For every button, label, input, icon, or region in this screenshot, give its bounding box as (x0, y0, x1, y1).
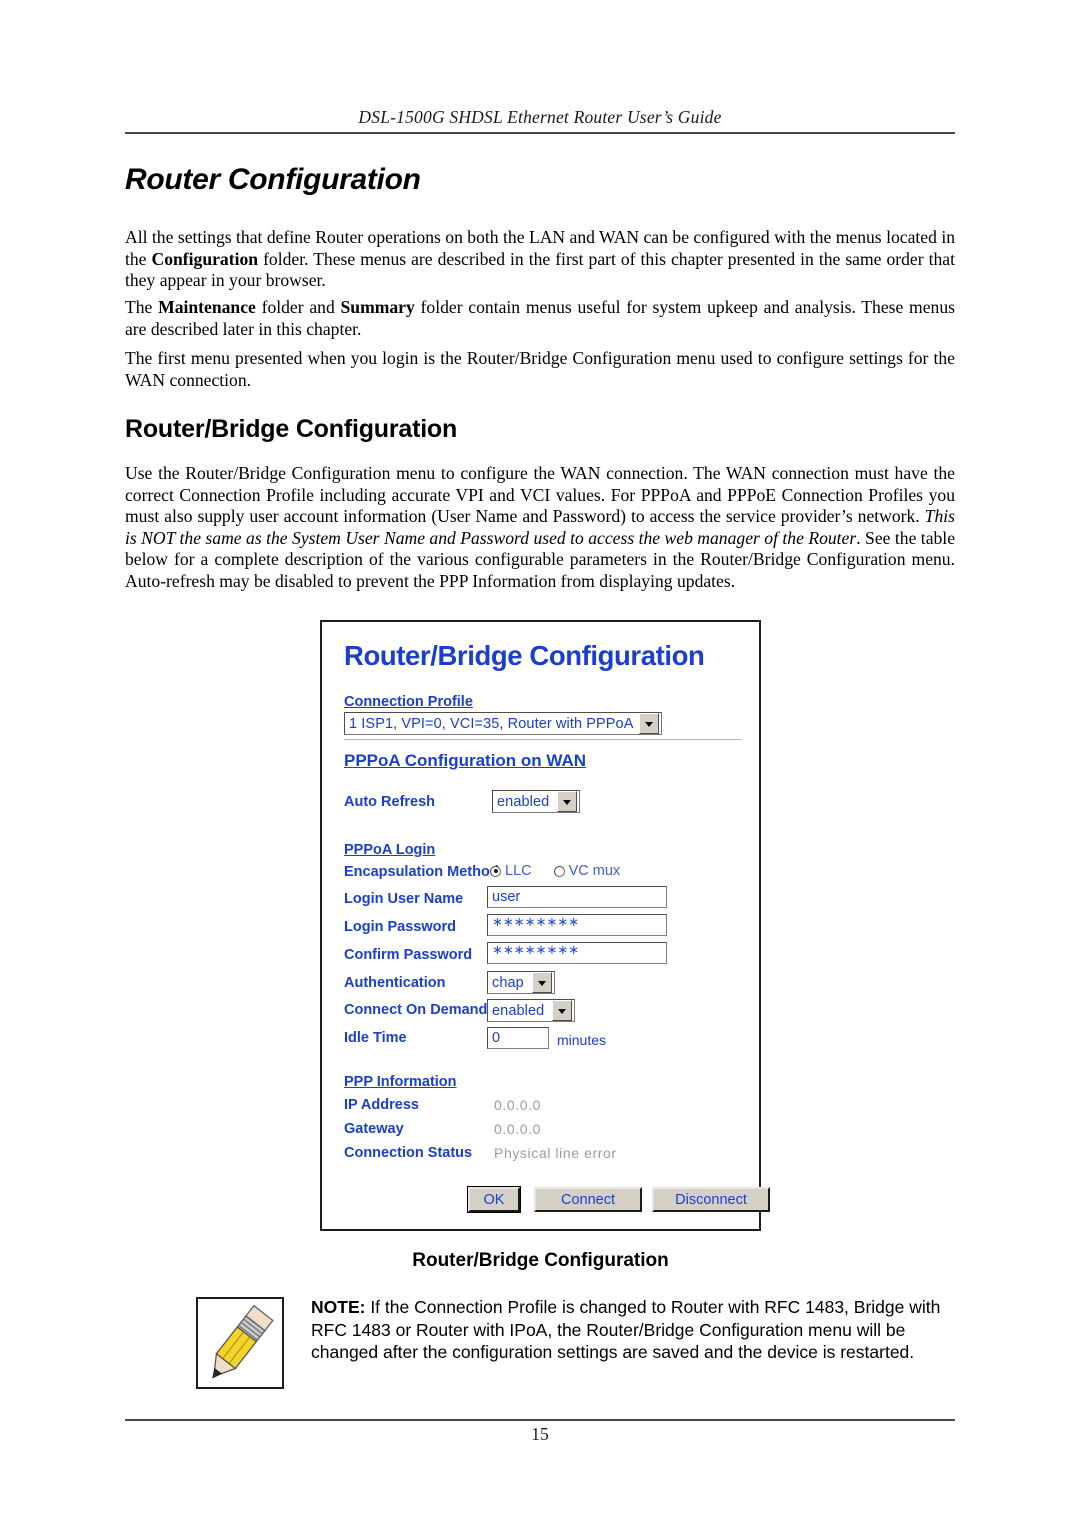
auto-refresh-select[interactable]: enabled (492, 790, 580, 813)
ui-divider (344, 739, 742, 740)
radio-vc-mux-label: VC mux (568, 863, 621, 879)
confirm-password-value: ∗∗∗∗∗∗∗∗ (492, 942, 580, 957)
connection-status-value: Physical line error (494, 1145, 617, 1161)
radio-unselected-icon[interactable] (553, 865, 565, 877)
gateway-label: Gateway (344, 1121, 404, 1137)
radio-llc-label: LLC (505, 863, 532, 879)
link-pppoa-configuration-on-wan[interactable]: PPPoA Configuration on WAN (344, 751, 586, 771)
section-heading-router-bridge: Router/Bridge Configuration (125, 415, 458, 443)
link-pppoa-login[interactable]: PPPoA Login (344, 842, 435, 858)
page-title: Router Configuration (125, 163, 421, 196)
idle-time-value: 0 (492, 1030, 501, 1046)
radio-llc[interactable]: LLC (490, 863, 532, 879)
connection-status-label: Connection Status (344, 1145, 473, 1161)
login-password-value: ∗∗∗∗∗∗∗∗ (492, 914, 580, 929)
running-head: DSL-1500G SHDSL Ethernet Router User’s G… (358, 107, 722, 127)
note-text: NOTE: If the Connection Profile is chang… (311, 1296, 959, 1364)
chevron-down-icon[interactable] (639, 713, 659, 734)
note-prefix: NOTE: (311, 1297, 366, 1317)
auto-refresh-label: Auto Refresh (344, 794, 436, 810)
connect-on-demand-label: Connect On Demand (344, 1002, 488, 1018)
ip-address-label: IP Address (344, 1097, 419, 1113)
note-body: If the Connection Profile is changed to … (311, 1297, 941, 1363)
connection-profile-value: 1 ISP1, VPI=0, VCI=35, Router with PPPoA (349, 715, 634, 732)
disconnect-button[interactable]: Disconnect (652, 1187, 770, 1212)
idle-time-input[interactable]: 0 (487, 1027, 549, 1049)
login-user-name-input[interactable]: user (487, 886, 667, 908)
document-page: DSL-1500G SHDSL Ethernet Router User’s G… (0, 0, 1080, 1528)
ui-page-title: Router/Bridge Configuration (344, 640, 705, 671)
auto-refresh-value: enabled (497, 793, 550, 810)
chevron-down-icon[interactable] (532, 972, 552, 993)
paragraph-first-menu: The first menu presented when you login … (125, 348, 955, 390)
figure-caption: Router/Bridge Configuration (412, 1250, 669, 1271)
authentication-label: Authentication (344, 975, 446, 991)
idle-time-label: Idle Time (344, 1030, 407, 1046)
chevron-down-icon[interactable] (552, 1000, 572, 1021)
radio-selected-icon[interactable] (490, 865, 501, 877)
paragraph-intro: All the settings that define Router oper… (125, 227, 955, 290)
page-number: 15 (531, 1424, 549, 1444)
ok-button[interactable]: OK (467, 1186, 521, 1213)
router-ui-screenshot: Router/Bridge Configuration Connection P… (320, 620, 770, 1231)
confirm-password-input[interactable]: ∗∗∗∗∗∗∗∗ (487, 942, 667, 964)
connect-on-demand-select[interactable]: enabled (487, 999, 575, 1022)
encapsulation-method-label: Encapsulation Method (344, 864, 499, 880)
connection-profile-select[interactable]: 1 ISP1, VPI=0, VCI=35, Router with PPPoA (344, 712, 662, 735)
link-connection-profile[interactable]: Connection Profile (344, 694, 473, 710)
login-password-input[interactable]: ∗∗∗∗∗∗∗∗ (487, 914, 667, 936)
connect-button[interactable]: Connect (534, 1187, 642, 1212)
paragraph-router-bridge: Use the Router/Bridge Configuration menu… (125, 463, 956, 591)
chevron-down-icon[interactable] (557, 791, 577, 812)
pencil-icon (196, 1297, 284, 1389)
login-password-label: Login Password (344, 919, 456, 935)
gateway-value: 0.0.0.0 (494, 1121, 542, 1137)
paragraph-maintenance: The Maintenance folder and Summary folde… (125, 297, 955, 339)
confirm-password-label: Confirm Password (344, 947, 473, 963)
idle-time-unit-label: minutes (557, 1032, 607, 1048)
ip-address-value: 0.0.0.0 (494, 1097, 542, 1113)
login-user-name-value: user (492, 889, 521, 905)
link-ppp-information[interactable]: PPP Information (344, 1074, 457, 1090)
header-rule (125, 132, 955, 134)
login-user-name-label: Login User Name (344, 891, 464, 907)
footer-rule (125, 1419, 955, 1421)
authentication-select[interactable]: chap (487, 971, 555, 994)
connect-on-demand-value: enabled (492, 1002, 545, 1019)
encapsulation-method-radio-group: LLC VC mux (490, 863, 620, 879)
radio-vc-mux[interactable]: VC mux (553, 863, 621, 879)
authentication-value: chap (492, 974, 524, 991)
